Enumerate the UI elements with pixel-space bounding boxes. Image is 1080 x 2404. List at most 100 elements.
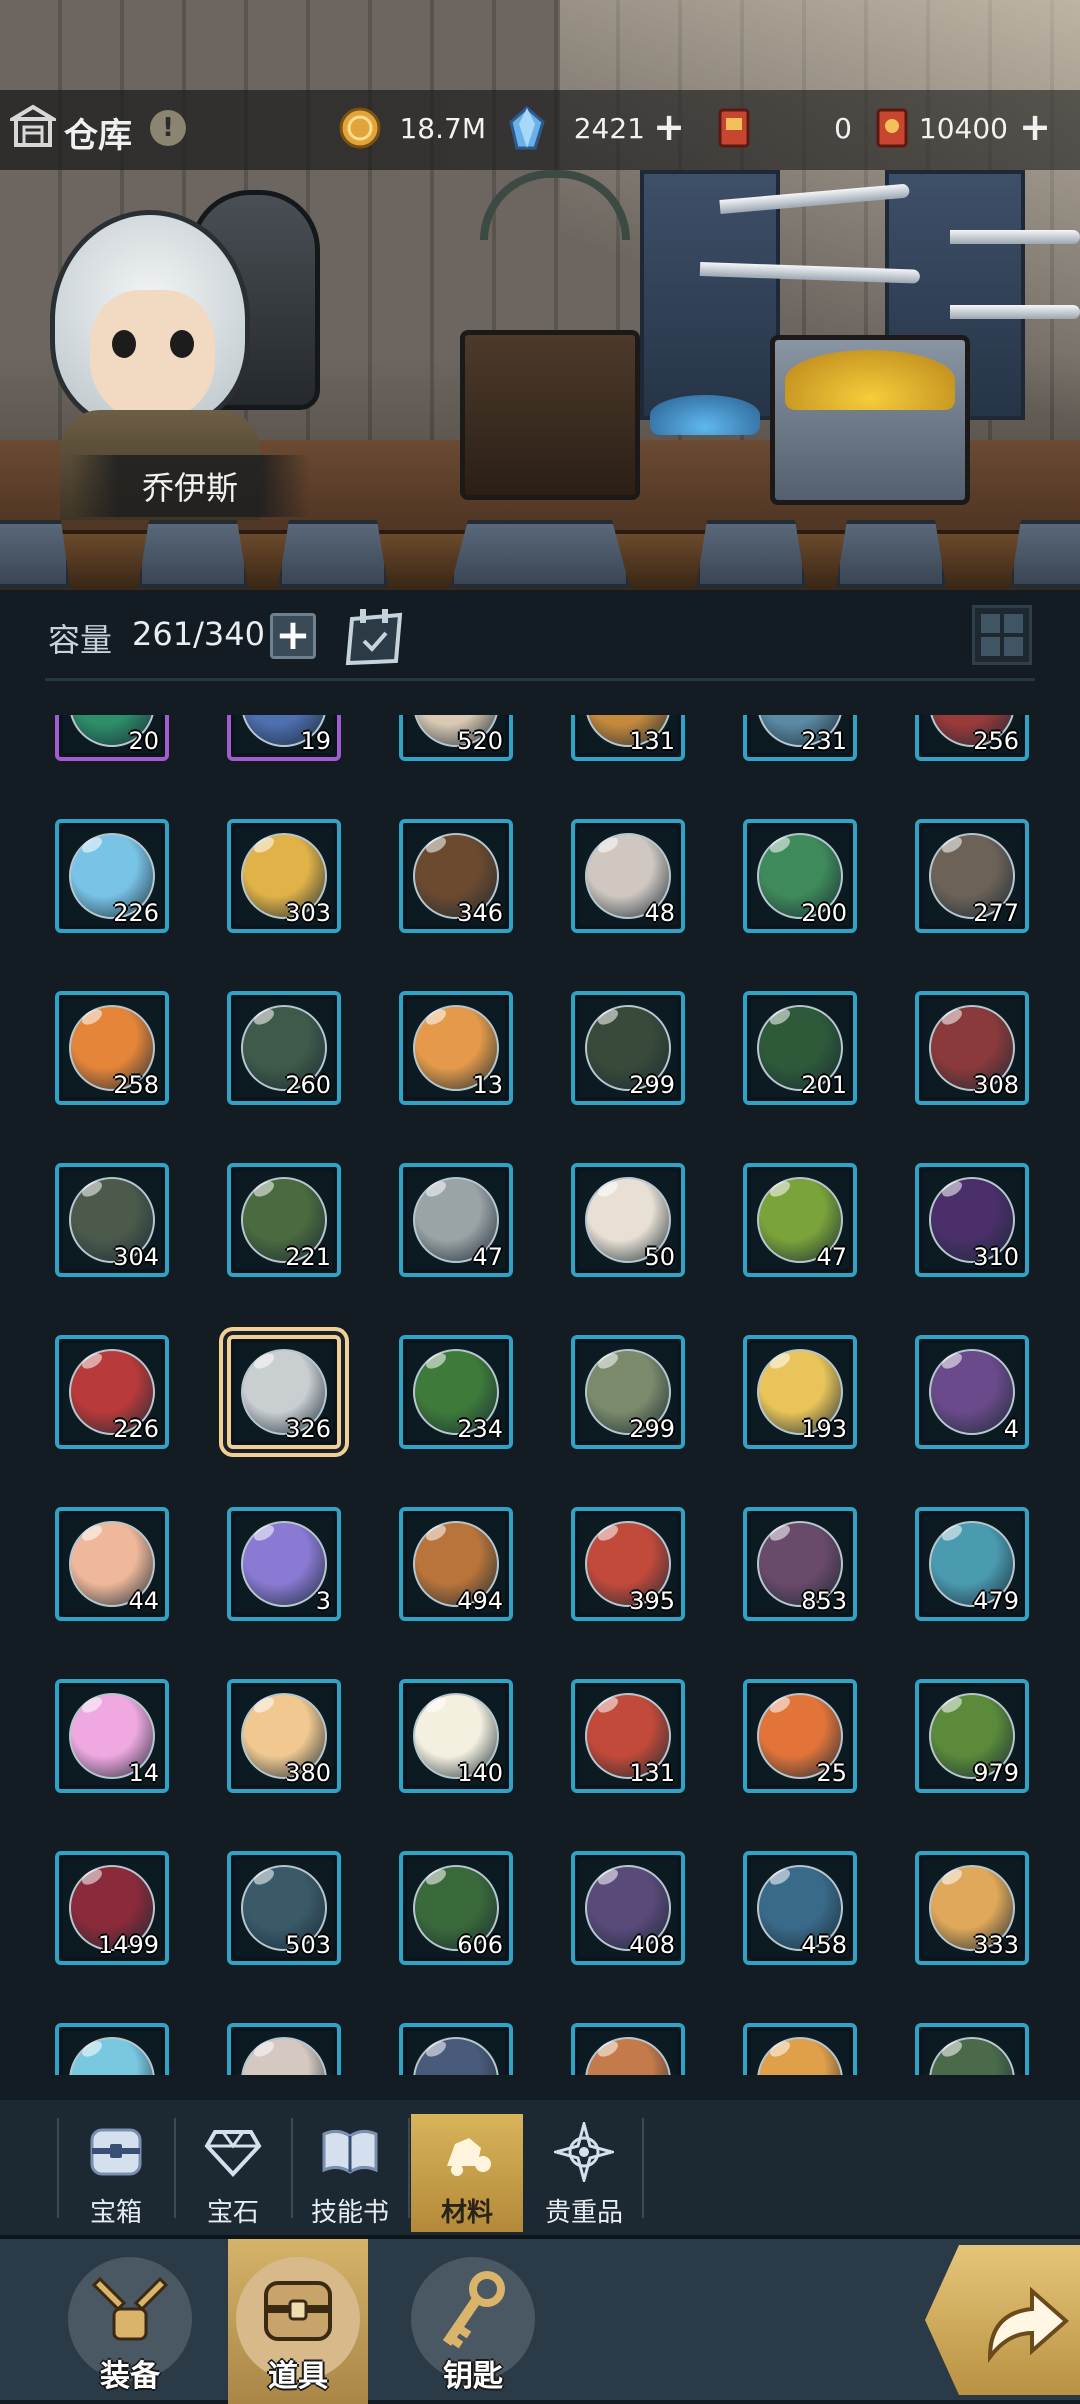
gem-pile xyxy=(650,395,760,435)
item-count: 50 xyxy=(644,1243,675,1271)
inventory-slot[interactable] xyxy=(915,2023,1029,2075)
top-bar: 仓库 ! 18.7M 2421 + 0 10400 + xyxy=(0,90,1080,170)
inventory-slot[interactable]: 333 xyxy=(915,1851,1029,1965)
inventory-slot[interactable]: 458 xyxy=(743,1851,857,1965)
inventory-slot[interactable]: 226 xyxy=(55,819,169,933)
inventory-slot[interactable]: 48 xyxy=(571,819,685,933)
inventory-slot[interactable]: 200 xyxy=(743,819,857,933)
inventory-slot[interactable]: 346 xyxy=(399,819,513,933)
inventory-slot[interactable] xyxy=(399,2023,513,2075)
inventory-slot[interactable]: 299 xyxy=(571,1335,685,1449)
inventory-slot[interactable] xyxy=(571,2023,685,2075)
inventory-slot[interactable]: 140 xyxy=(399,1679,513,1793)
nav-items[interactable]: 道具 xyxy=(228,2239,368,2404)
inventory-slot[interactable]: 395 xyxy=(571,1507,685,1621)
inventory-slot[interactable]: 131 xyxy=(571,715,685,761)
item-count: 44 xyxy=(128,1587,159,1615)
item-count: 231 xyxy=(801,727,847,755)
add-scroll-button[interactable]: + xyxy=(1018,108,1052,146)
inventory-slot[interactable]: 1499 xyxy=(55,1851,169,1965)
inventory-slot[interactable]: 201 xyxy=(743,991,857,1105)
add-gems-button[interactable]: + xyxy=(652,108,686,146)
item-count: 193 xyxy=(801,1415,847,1443)
item-count: 458 xyxy=(801,1931,847,1959)
inventory-slot[interactable] xyxy=(743,2023,857,2075)
nav-keys[interactable]: 钥匙 xyxy=(403,2239,543,2404)
inventory-slot[interactable]: 308 xyxy=(915,991,1029,1105)
item-count: 308 xyxy=(973,1071,1019,1099)
inventory-slot[interactable]: 503 xyxy=(227,1851,341,1965)
item-count: 131 xyxy=(629,727,675,755)
divider xyxy=(45,678,1035,681)
inventory-slot[interactable]: 47 xyxy=(399,1163,513,1277)
shelf-block xyxy=(138,520,248,588)
grid-view-toggle[interactable] xyxy=(972,605,1032,665)
calendar-icon[interactable] xyxy=(344,607,406,667)
forward-arrow-icon xyxy=(980,2277,1070,2367)
item-count: 20 xyxy=(128,727,159,755)
warehouse-banner: 乔伊斯 xyxy=(0,0,1080,590)
character-portrait[interactable] xyxy=(20,170,270,520)
inventory-slot[interactable]: 3 xyxy=(227,1507,341,1621)
inventory-slot[interactable]: 221 xyxy=(227,1163,341,1277)
inventory-slot[interactable]: 520 xyxy=(399,715,513,761)
nav-equipment[interactable]: 装备 xyxy=(60,2239,200,2404)
gold-pile xyxy=(785,350,955,410)
inventory-slot[interactable]: 14 xyxy=(55,1679,169,1793)
inventory-slot[interactable]: 380 xyxy=(227,1679,341,1793)
inventory-slot[interactable]: 256 xyxy=(915,715,1029,761)
material-portrait xyxy=(69,2037,155,2075)
inventory-slot[interactable]: 47 xyxy=(743,1163,857,1277)
inventory-slot[interactable]: 304 xyxy=(55,1163,169,1277)
inventory-slot[interactable]: 979 xyxy=(915,1679,1029,1793)
inventory-slot[interactable]: 408 xyxy=(571,1851,685,1965)
inventory-slot[interactable]: 303 xyxy=(227,819,341,933)
inventory-slot[interactable]: 131 xyxy=(571,1679,685,1793)
warehouse-icon[interactable] xyxy=(5,103,61,149)
inventory-slot[interactable]: 299 xyxy=(571,991,685,1105)
inventory-slot[interactable]: 19 xyxy=(227,715,341,761)
item-count: 201 xyxy=(801,1071,847,1099)
inventory-slot[interactable]: 231 xyxy=(743,715,857,761)
inventory-slot[interactable]: 44 xyxy=(55,1507,169,1621)
tab-material[interactable]: 材料 xyxy=(411,2114,523,2232)
item-count: 234 xyxy=(457,1415,503,1443)
capacity-bar: 容量 261/340 + xyxy=(0,595,1080,685)
info-icon[interactable]: ! xyxy=(150,110,186,146)
inventory-slot[interactable]: 193 xyxy=(743,1335,857,1449)
inventory-slot[interactable]: 25 xyxy=(743,1679,857,1793)
nav-label: 钥匙 xyxy=(443,2359,503,2394)
inventory-slot[interactable] xyxy=(55,2023,169,2075)
inventory-slot[interactable]: 20 xyxy=(55,715,169,761)
tab-label: 技能书 xyxy=(310,2198,389,2228)
inventory-slot[interactable]: 4 xyxy=(915,1335,1029,1449)
inventory-slot[interactable]: 494 xyxy=(399,1507,513,1621)
inventory-slot[interactable]: 326 xyxy=(227,1335,341,1449)
inventory-slot[interactable]: 50 xyxy=(571,1163,685,1277)
inventory-slot[interactable]: 606 xyxy=(399,1851,513,1965)
gold-counter: 18.7M xyxy=(338,106,486,150)
inventory-slot[interactable]: 13 xyxy=(399,991,513,1105)
tab-valuables[interactable]: 贵重品 xyxy=(528,2114,640,2232)
shelf-block xyxy=(0,520,70,588)
inventory-slot[interactable]: 234 xyxy=(399,1335,513,1449)
inventory-slot[interactable]: 479 xyxy=(915,1507,1029,1621)
tab-gem[interactable]: 宝石 xyxy=(177,2114,289,2232)
inventory-slot[interactable]: 853 xyxy=(743,1507,857,1621)
inventory-slot[interactable] xyxy=(227,2023,341,2075)
inventory-slot[interactable]: 277 xyxy=(915,819,1029,933)
item-count: 13 xyxy=(472,1071,503,1099)
tab-skillbook[interactable]: 技能书 xyxy=(294,2114,406,2232)
inventory-slot[interactable]: 260 xyxy=(227,991,341,1105)
item-count: 333 xyxy=(973,1931,1019,1959)
expand-capacity-button[interactable]: + xyxy=(270,613,316,659)
shelf-block xyxy=(696,520,806,588)
category-tabs: 宝箱 宝石 技能书 材料 贵重品 xyxy=(0,2100,1080,2235)
item-count: 200 xyxy=(801,899,847,927)
item-count: 520 xyxy=(457,727,503,755)
inventory-slot[interactable]: 226 xyxy=(55,1335,169,1449)
inventory-slot[interactable]: 310 xyxy=(915,1163,1029,1277)
inventory-slot[interactable]: 258 xyxy=(55,991,169,1105)
inventory-grid[interactable]: 20 19 520 131 231 256 226 303 346 48 200 277 258 260 1… xyxy=(0,715,1080,2075)
tab-chest[interactable]: 宝箱 xyxy=(60,2114,172,2232)
